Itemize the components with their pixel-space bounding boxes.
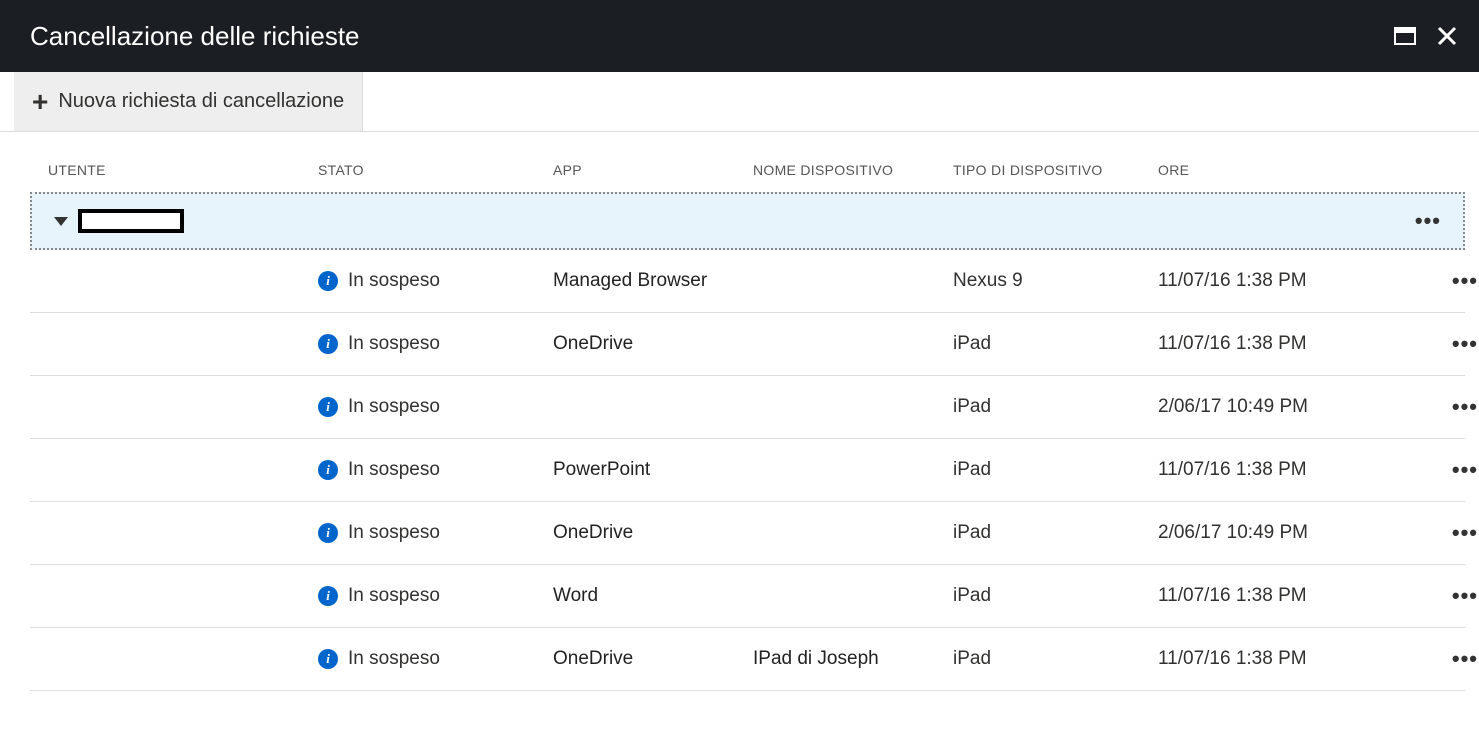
col-header-time[interactable]: ORE: [1158, 162, 1418, 178]
cell-device-type: iPad: [953, 585, 1158, 607]
cell-status: i In sospeso: [318, 522, 553, 544]
wipe-requests-table: UTENTE STATO APP NOME DISPOSITIVO TIPO D…: [30, 152, 1465, 691]
cell-status: i In sospeso: [318, 585, 553, 607]
close-icon[interactable]: [1435, 24, 1459, 48]
cell-app: OneDrive: [553, 648, 753, 670]
redacted-user: [78, 209, 184, 233]
info-icon: i: [318, 334, 338, 354]
row-context-menu[interactable]: •••: [1418, 520, 1478, 546]
restore-icon[interactable]: [1393, 24, 1417, 48]
cell-time: 11/07/16 1:38 PM: [1158, 270, 1418, 292]
cell-time: 11/07/16 1:38 PM: [1158, 648, 1418, 670]
col-header-user[interactable]: UTENTE: [48, 162, 318, 178]
table-row[interactable]: i In sospeso OneDrive iPad 11/07/16 1:38…: [30, 313, 1465, 376]
new-wipe-request-button[interactable]: + Nuova richiesta di cancellazione: [14, 72, 363, 131]
group-context-menu[interactable]: •••: [1415, 208, 1441, 234]
cell-device-type: iPad: [953, 459, 1158, 481]
table-row[interactable]: i In sospeso Managed Browser Nexus 9 11/…: [30, 250, 1465, 313]
blade-title: Cancellazione delle richieste: [30, 21, 360, 52]
cell-app: PowerPoint: [553, 459, 753, 481]
status-text: In sospeso: [348, 396, 440, 418]
cell-time: 11/07/16 1:38 PM: [1158, 585, 1418, 607]
table-row[interactable]: i In sospeso OneDrive iPad 2/06/17 10:49…: [30, 502, 1465, 565]
status-text: In sospeso: [348, 270, 440, 292]
cell-status: i In sospeso: [318, 648, 553, 670]
cell-device-type: iPad: [953, 333, 1158, 355]
status-text: In sospeso: [348, 459, 440, 481]
info-icon: i: [318, 649, 338, 669]
row-context-menu[interactable]: •••: [1418, 457, 1478, 483]
cell-status: i In sospeso: [318, 459, 553, 481]
user-group-row[interactable]: •••: [30, 192, 1465, 250]
cell-status: i In sospeso: [318, 270, 553, 292]
cell-time: 11/07/16 1:38 PM: [1158, 333, 1418, 355]
cell-time: 2/06/17 10:49 PM: [1158, 522, 1418, 544]
content-area: UTENTE STATO APP NOME DISPOSITIVO TIPO D…: [0, 132, 1479, 691]
cell-time: 11/07/16 1:38 PM: [1158, 459, 1418, 481]
status-text: In sospeso: [348, 333, 440, 355]
row-context-menu[interactable]: •••: [1418, 331, 1478, 357]
table-row[interactable]: i In sospeso Word iPad 11/07/16 1:38 PM …: [30, 565, 1465, 628]
cell-status: i In sospeso: [318, 333, 553, 355]
cell-app: Word: [553, 585, 753, 607]
table-row[interactable]: i In sospeso OneDrive IPad di Joseph iPa…: [30, 628, 1465, 691]
info-icon: i: [318, 523, 338, 543]
status-text: In sospeso: [348, 648, 440, 670]
info-icon: i: [318, 397, 338, 417]
info-icon: i: [318, 460, 338, 480]
cell-device-type: iPad: [953, 396, 1158, 418]
cell-device-type: Nexus 9: [953, 270, 1158, 292]
cell-device-type: iPad: [953, 522, 1158, 544]
col-header-device-name[interactable]: NOME DISPOSITIVO: [753, 162, 953, 178]
col-header-status[interactable]: STATO: [318, 162, 553, 178]
cell-app: OneDrive: [553, 333, 753, 355]
cell-app: Managed Browser: [553, 270, 753, 292]
header-actions: [1393, 24, 1459, 48]
group-toggle[interactable]: [54, 209, 184, 233]
cell-status: i In sospeso: [318, 396, 553, 418]
table-row[interactable]: i In sospeso iPad 2/06/17 10:49 PM •••: [30, 376, 1465, 439]
new-wipe-request-label: Nuova richiesta di cancellazione: [58, 90, 344, 113]
status-text: In sospeso: [348, 522, 440, 544]
chevron-down-icon: [54, 217, 68, 226]
row-context-menu[interactable]: •••: [1418, 268, 1478, 294]
row-context-menu[interactable]: •••: [1418, 646, 1478, 672]
blade-header: Cancellazione delle richieste: [0, 0, 1479, 72]
table-header: UTENTE STATO APP NOME DISPOSITIVO TIPO D…: [30, 152, 1465, 192]
row-context-menu[interactable]: •••: [1418, 583, 1478, 609]
info-icon: i: [318, 586, 338, 606]
status-text: In sospeso: [348, 585, 440, 607]
cell-time: 2/06/17 10:49 PM: [1158, 396, 1418, 418]
plus-icon: +: [32, 88, 48, 116]
cell-app: OneDrive: [553, 522, 753, 544]
col-header-app[interactable]: APP: [553, 162, 753, 178]
cell-device-name: IPad di Joseph: [753, 648, 953, 670]
table-row[interactable]: i In sospeso PowerPoint iPad 11/07/16 1:…: [30, 439, 1465, 502]
command-bar: + Nuova richiesta di cancellazione: [0, 72, 1479, 132]
cell-device-type: iPad: [953, 648, 1158, 670]
col-header-device-type[interactable]: TIPO DI DISPOSITIVO: [953, 162, 1158, 178]
info-icon: i: [318, 271, 338, 291]
row-context-menu[interactable]: •••: [1418, 394, 1478, 420]
